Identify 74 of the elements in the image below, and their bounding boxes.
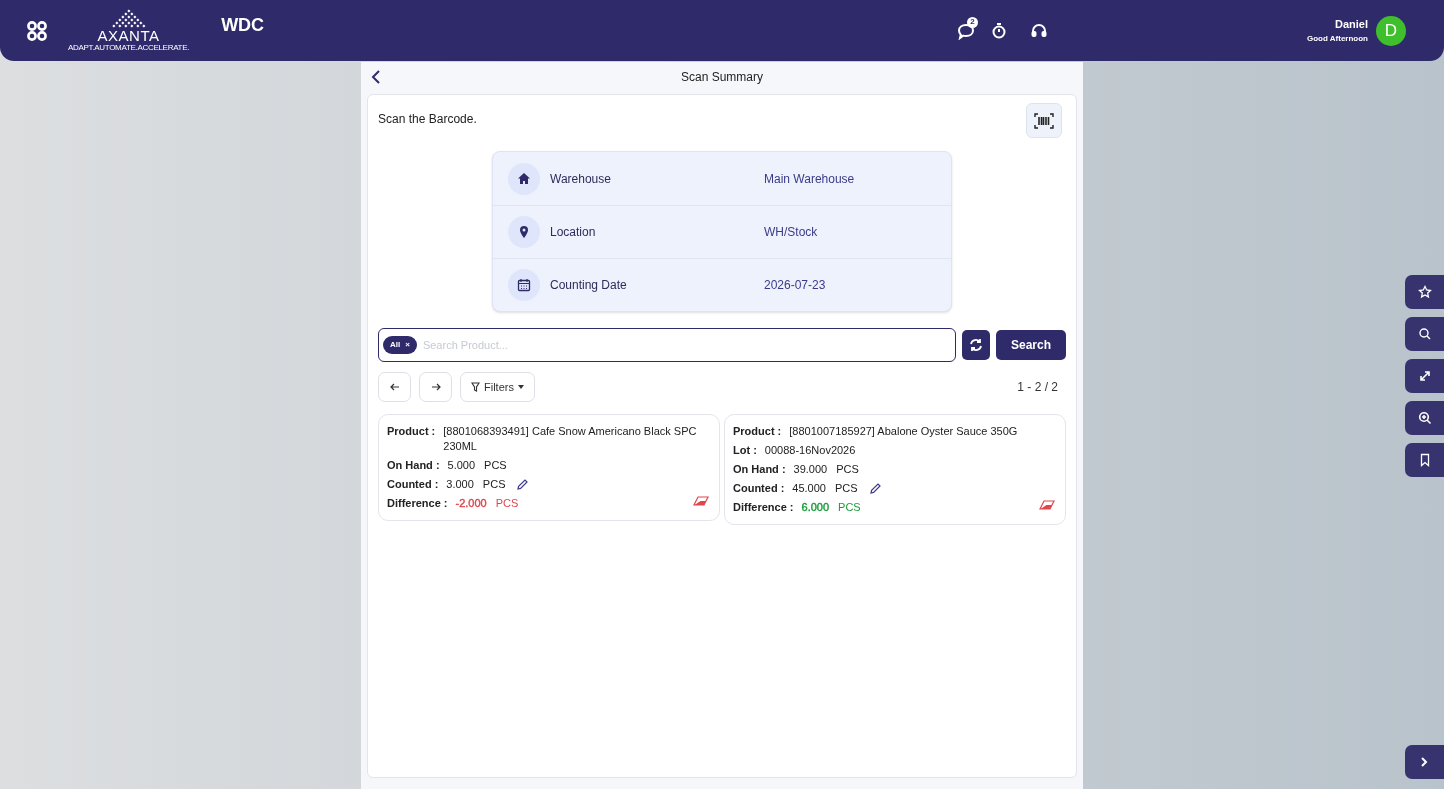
unit-text: PCS [484,458,507,473]
unit-text: PCS [835,481,858,496]
expand-arrows-icon [1417,369,1432,383]
field-label: On Hand : [387,458,440,473]
info-label: Counting Date [550,277,628,294]
unit-text: PCS [495,496,519,511]
expand-button[interactable] [1405,745,1444,779]
refresh-icon [969,338,983,352]
calendar-icon [517,278,531,292]
page-title: Scan Summary [681,69,763,86]
greeting-text: Good Afternoon [1306,32,1368,45]
field-label: Lot : [733,443,757,458]
eraser-icon[interactable] [693,496,709,506]
search-button[interactable]: Search [996,330,1066,360]
side-tool-button[interactable] [1405,275,1444,309]
apps-icon[interactable] [26,19,48,42]
star-icon [1417,285,1432,299]
field-value: 6.000 [801,500,830,515]
field-label: Difference : [387,496,448,511]
funnel-icon [471,382,480,392]
info-label: Warehouse [550,170,612,188]
right-arrow-icon [430,383,441,391]
left-arrow-icon [389,383,400,391]
barcode-button[interactable] [1026,103,1062,138]
info-value: 2026-07-23 [764,277,826,294]
unit-text: PCS [838,500,861,515]
notification-badge: 2 [966,16,978,28]
headset-icon[interactable] [1030,22,1047,39]
field-label: Difference : [733,500,794,515]
app-name: WDC [221,14,265,37]
field-value: 45.000 [792,481,826,496]
back-icon[interactable] [371,70,381,84]
field-label: On Hand : [733,462,786,477]
pencil-icon[interactable] [869,483,881,494]
side-tool-button[interactable] [1405,443,1444,477]
field-value: 00088-16Nov2026 [764,443,856,458]
unit-text: PCS [836,462,859,477]
info-label: Location [550,224,597,241]
logo-name: AXANTA [97,29,160,43]
search-icon [1417,327,1432,341]
field-value: 5.000 [447,458,476,473]
filter-chip[interactable]: All × [383,336,417,354]
side-tool-button[interactable] [1405,317,1444,351]
field-label: Product : [733,424,782,439]
refresh-button[interactable] [962,330,990,360]
map-pin-icon [517,225,531,239]
field-label: Product : [387,424,436,439]
scan-prompt: Scan the Barcode. [378,111,477,128]
unit-text: PCS [482,477,506,492]
filters-button[interactable]: Filters [460,372,535,402]
logo-tagline: ADAPT.AUTOMATE.ACCELERATE. [68,43,190,52]
info-value: Main Warehouse [764,170,855,188]
field-value: 39.000 [793,462,828,477]
chat-icon[interactable] [956,21,975,40]
field-label: Counted : [733,481,785,496]
side-tool-button[interactable] [1405,359,1444,393]
home-icon [517,171,531,186]
field-value: [8801068393491] Cafe Snow Americano Black SPC 230ML [443,424,698,454]
chevron-right-icon [1421,757,1428,767]
field-value: -2.000 [455,496,487,511]
side-tool-button[interactable] [1405,401,1444,435]
pencil-icon[interactable] [517,479,529,490]
zoom-in-icon [1417,411,1432,425]
user-name: Daniel [1335,17,1368,33]
field-value: [8801007185927] Abalone Oyster Sauce 350G [789,424,1018,439]
eraser-icon[interactable] [1039,500,1055,510]
barcode-icon [1034,112,1054,129]
caret-icon [517,385,524,389]
stopwatch-icon[interactable] [990,22,1007,39]
field-label: Counted : [387,477,439,492]
info-value: WH/Stock [764,224,818,241]
field-value: 3.000 [446,477,474,492]
page-range: 1 - 2 / 2 [1017,379,1058,396]
chip-remove-icon[interactable]: × [405,339,410,351]
